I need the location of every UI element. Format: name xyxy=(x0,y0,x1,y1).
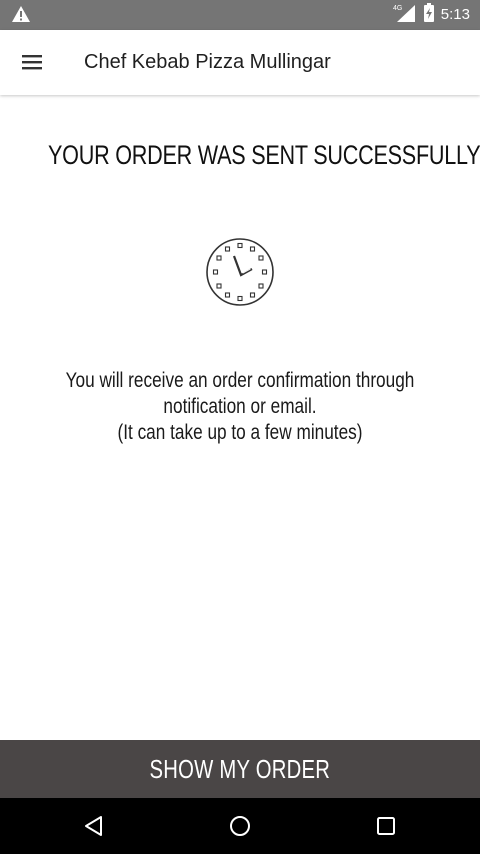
navigation-bar xyxy=(0,798,480,854)
network-type-label: 4G xyxy=(393,5,402,12)
show-my-order-button[interactable]: SHOW MY ORDER xyxy=(0,740,480,798)
app-title: Chef Kebab Pizza Mullingar xyxy=(84,51,331,73)
battery-icon xyxy=(423,3,435,27)
order-confirmation-screen: 4G 5:13 Chef Kebab Pizza Mullingar YOUR … xyxy=(0,0,480,854)
home-icon[interactable] xyxy=(224,810,256,842)
warning-icon xyxy=(11,5,31,23)
confirmation-message: You will receive an order confirmation t… xyxy=(0,368,480,446)
status-right-group: 4G 5:13 xyxy=(393,0,470,30)
hamburger-menu-icon[interactable] xyxy=(18,50,46,74)
status-time: 5:13 xyxy=(440,6,470,23)
recents-icon[interactable] xyxy=(370,810,402,842)
status-bar: 4G 5:13 xyxy=(0,0,480,30)
app-bar: Chef Kebab Pizza Mullingar xyxy=(0,30,480,95)
show-my-order-label: SHOW MY ORDER xyxy=(149,753,331,784)
clock-icon xyxy=(204,236,276,308)
confirmation-headline: YOUR ORDER WAS SENT SUCCESSFULLY xyxy=(48,140,480,170)
message-line-3: (It can take up to a few minutes) xyxy=(117,421,363,444)
message-line-2: notification or email. xyxy=(163,395,317,418)
message-line-1: You will receive an order confirmation t… xyxy=(65,369,415,392)
signal-icon: 4G xyxy=(393,3,417,27)
back-icon[interactable] xyxy=(78,810,110,842)
